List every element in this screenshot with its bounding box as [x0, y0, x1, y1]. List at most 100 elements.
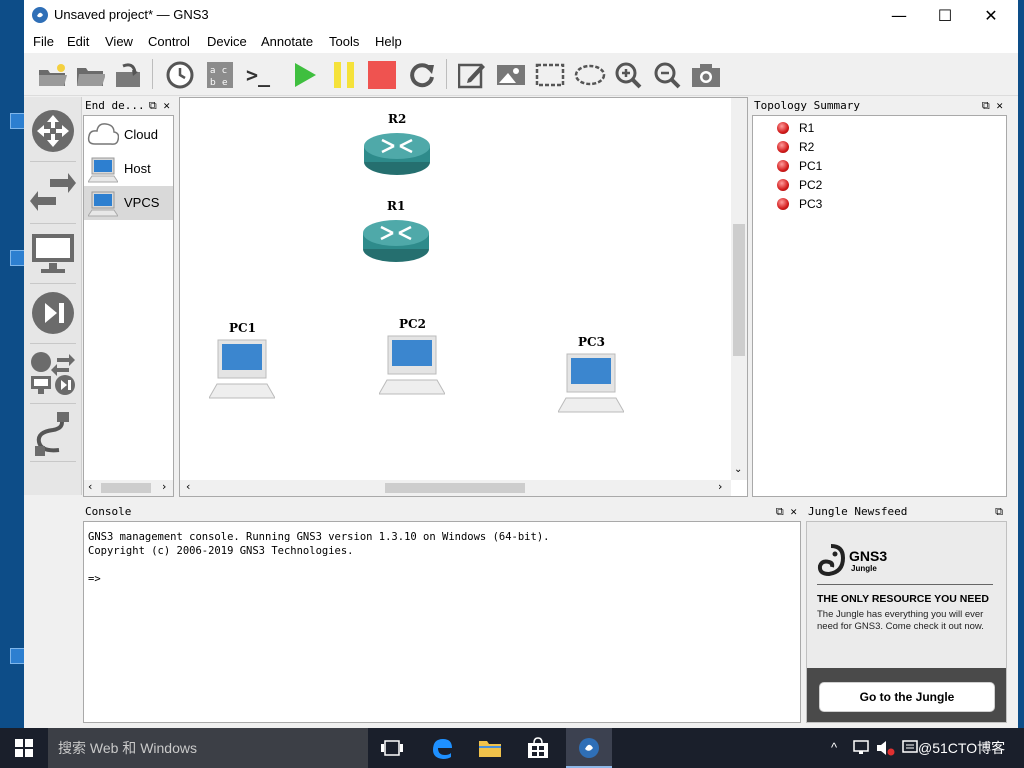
- scroll-left-arrow-icon[interactable]: ‹: [186, 480, 190, 493]
- go-to-jungle-button[interactable]: Go to the Jungle: [819, 682, 995, 712]
- minimize-button[interactable]: —: [876, 0, 922, 31]
- topology-item-label: PC1: [799, 159, 823, 173]
- edge-browser-icon[interactable]: [428, 734, 456, 762]
- newsfeed-dock-title: Jungle Newsfeed ⧉: [806, 503, 1007, 521]
- suspend-all-icon[interactable]: [328, 59, 360, 91]
- maximize-button[interactable]: ☐: [922, 0, 968, 31]
- scroll-right-arrow-icon[interactable]: ›: [162, 480, 166, 493]
- add-link-icon[interactable]: [27, 405, 79, 461]
- router-r1-icon[interactable]: [361, 215, 431, 265]
- dock-float-close-buttons[interactable]: ⧉ ✕: [149, 97, 170, 115]
- topology-item-label: PC3: [799, 197, 823, 211]
- canvas-vscrollbar[interactable]: ⌄: [731, 98, 747, 480]
- console-output[interactable]: GNS3 management console. Running GNS3 ve…: [83, 521, 801, 723]
- show-interface-labels-icon[interactable]: acbe: [204, 59, 236, 91]
- scroll-right-arrow-icon[interactable]: ›: [718, 480, 722, 493]
- end-devices-icon[interactable]: [27, 225, 79, 281]
- taskbar-search-box[interactable]: 搜索 Web 和 Windows: [48, 728, 368, 768]
- device-label: VPCS: [124, 195, 160, 210]
- volume-muted-tray-icon[interactable]: [876, 740, 896, 756]
- menu-device[interactable]: Device: [207, 34, 247, 49]
- dock-float-close-buttons[interactable]: ⧉ ✕: [982, 97, 1003, 115]
- scroll-down-arrow-icon[interactable]: ⌄: [734, 464, 742, 475]
- newsfeed-logo-sub: Jungle: [851, 564, 877, 573]
- screenshot-icon[interactable]: [690, 59, 722, 91]
- device-type-separator: [30, 343, 76, 344]
- stopped-status-icon: [777, 122, 789, 134]
- all-devices-icon[interactable]: [27, 345, 79, 401]
- device-type-separator: [30, 403, 76, 404]
- console-line: Copyright (c) 2006-2019 GNS3 Technologie…: [88, 545, 354, 557]
- newsfeed-divider: [817, 584, 993, 585]
- scroll-thumb[interactable]: [733, 224, 745, 356]
- topology-canvas[interactable]: R2 R1 PC1 PC2 PC3 ⌄ ‹ ›: [179, 97, 748, 497]
- pc1-icon[interactable]: [209, 338, 275, 400]
- title-bar[interactable]: Unsaved project* — GNS3 — ☐ ✕: [24, 0, 1018, 31]
- device-label: Host: [124, 161, 151, 176]
- menu-edit[interactable]: Edit: [67, 34, 89, 49]
- save-project-icon[interactable]: [112, 59, 144, 91]
- newsfeed-title: Jungle Newsfeed: [808, 505, 908, 518]
- desktop-right-strip: [1018, 0, 1024, 728]
- tray-overflow-icon[interactable]: ^: [831, 728, 837, 768]
- open-project-icon[interactable]: [74, 59, 106, 91]
- dock-float-close-buttons[interactable]: ⧉ ✕: [776, 503, 797, 521]
- scroll-thumb[interactable]: [101, 483, 151, 493]
- host-pc-icon: [88, 157, 118, 183]
- device-item-host[interactable]: Host: [84, 152, 173, 186]
- console-title: Console: [85, 505, 132, 518]
- scroll-left-arrow-icon[interactable]: ‹: [88, 480, 92, 493]
- menu-help[interactable]: Help: [375, 34, 402, 49]
- draw-ellipse-icon[interactable]: [574, 59, 606, 91]
- device-item-cloud[interactable]: Cloud: [84, 118, 173, 152]
- windows-start-icon[interactable]: [10, 734, 38, 762]
- stopped-status-icon: [777, 198, 789, 210]
- menu-tools[interactable]: Tools: [329, 34, 359, 49]
- dock-float-button[interactable]: ⧉: [995, 503, 1003, 521]
- toolbar-separator: [152, 59, 153, 89]
- add-note-icon[interactable]: [456, 59, 488, 91]
- zoom-out-icon[interactable]: [651, 59, 683, 91]
- close-button[interactable]: ✕: [968, 0, 1014, 31]
- taskbar-gns3-active[interactable]: [566, 728, 612, 768]
- draw-rectangle-icon[interactable]: [534, 59, 566, 91]
- menu-control[interactable]: Control: [148, 34, 190, 49]
- newsfeed-body: The Jungle has everything you will ever …: [817, 609, 984, 632]
- canvas-hscrollbar[interactable]: ‹ ›: [180, 480, 731, 496]
- topology-item-label: R1: [799, 121, 815, 135]
- start-all-icon[interactable]: [289, 59, 321, 91]
- pc2-icon[interactable]: [379, 334, 445, 396]
- stop-all-icon[interactable]: [366, 59, 398, 91]
- device-item-vpcs[interactable]: VPCS: [84, 186, 173, 220]
- menu-annotate[interactable]: Annotate: [261, 34, 313, 49]
- snapshot-clock-icon[interactable]: [164, 59, 196, 91]
- node-label-pc2: PC2: [399, 317, 426, 331]
- topology-summary-dock-title: Topology Summary ⧉ ✕: [752, 97, 1007, 115]
- switches-icon[interactable]: [27, 165, 79, 221]
- security-devices-icon[interactable]: [27, 285, 79, 341]
- gns3-window: Unsaved project* — GNS3 — ☐ ✕ File Edit …: [24, 0, 1018, 728]
- new-project-icon[interactable]: [36, 59, 68, 91]
- topology-summary-title: Topology Summary: [754, 99, 860, 112]
- action-center-icon[interactable]: [902, 740, 918, 756]
- router-r2-icon[interactable]: [362, 128, 432, 178]
- routers-icon[interactable]: [27, 103, 79, 159]
- scroll-thumb[interactable]: [385, 483, 525, 493]
- device-type-separator: [30, 161, 76, 162]
- end-devices-hscrollbar[interactable]: ‹ ›: [84, 480, 173, 496]
- reload-all-icon[interactable]: [406, 59, 438, 91]
- store-icon[interactable]: [524, 734, 552, 762]
- window-title: Unsaved project* — GNS3: [54, 7, 209, 22]
- network-tray-icon[interactable]: [853, 740, 871, 756]
- console-all-icon[interactable]: >_: [242, 59, 274, 91]
- file-explorer-icon[interactable]: [476, 734, 504, 762]
- newsfeed-logo-text: GNS3: [849, 548, 888, 564]
- device-type-bar: [24, 97, 82, 495]
- menu-view[interactable]: View: [105, 34, 133, 49]
- task-view-icon[interactable]: [378, 734, 406, 762]
- menu-file[interactable]: File: [33, 34, 54, 49]
- pc3-icon[interactable]: [558, 352, 624, 414]
- zoom-in-icon[interactable]: [612, 59, 644, 91]
- device-type-separator: [30, 461, 76, 462]
- insert-picture-icon[interactable]: [495, 59, 527, 91]
